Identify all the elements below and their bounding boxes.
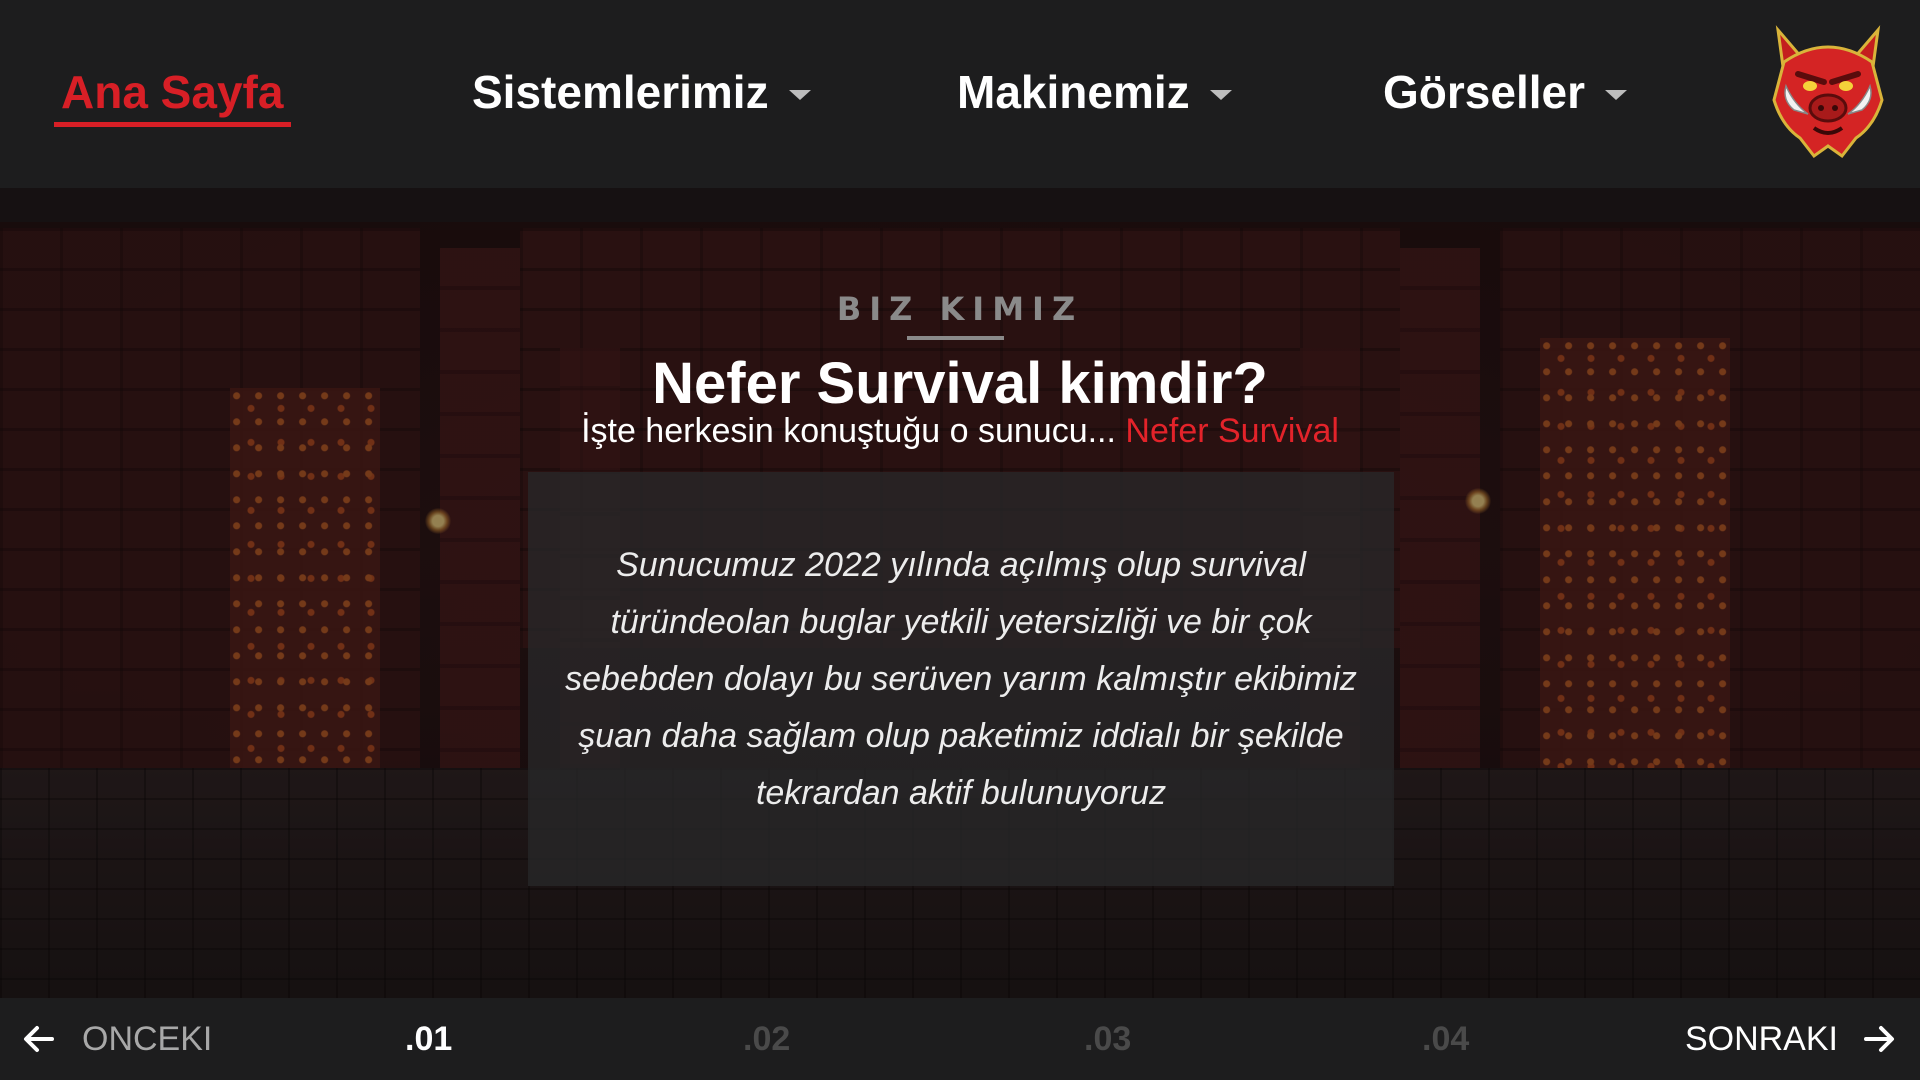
chevron-down-icon [1605, 90, 1627, 100]
page-indicator-3[interactable]: .03 [1084, 998, 1131, 1080]
page-indicator-1[interactable]: .01 [405, 998, 452, 1080]
subtitle-brand: Nefer Survival [1125, 412, 1339, 450]
arrow-right-icon [1864, 1026, 1894, 1052]
chevron-down-icon [788, 90, 811, 100]
top-navbar: Ana Sayfa Sistemlerimiz Makinemiz Görsel… [0, 0, 1920, 188]
nav-item-label: Sistemlerimiz [472, 66, 769, 118]
section-tag-underline [907, 336, 1004, 340]
nav-item-ana-sayfa[interactable]: Ana Sayfa [54, 60, 292, 127]
nav-item-makinemiz[interactable]: Makinemiz [957, 60, 1232, 124]
page-title: Nefer Survival kimdir? [652, 351, 1268, 416]
active-underline [54, 122, 292, 127]
section-tag: BIZ KIMIZ [836, 290, 1084, 328]
next-label: SONRAKI [1684, 1019, 1838, 1058]
description-text: Sunucumuz 2022 yılında açılmış olup surv… [565, 545, 1357, 812]
previous-label: ONCEKI [82, 1019, 213, 1058]
description-card: Sunucumuz 2022 yılında açılmış olup surv… [528, 472, 1394, 886]
nav-item-label: Görseller [1383, 66, 1585, 118]
nav-item-label: Makinemiz [957, 66, 1190, 118]
page-indicator-2[interactable]: .02 [743, 998, 790, 1080]
nav-item-label: Ana Sayfa [61, 66, 284, 118]
previous-button[interactable]: ONCEKI [22, 998, 212, 1080]
arrow-left-icon [24, 1026, 54, 1052]
nav-item-gorseller[interactable]: Görseller [1383, 60, 1627, 124]
slide-pager: ONCEKI .01 .02 .03 .04 SONRAKI [0, 998, 1920, 1080]
nav-item-sistemlerimiz[interactable]: Sistemlerimiz [472, 60, 811, 124]
next-button[interactable]: SONRAKI [1685, 998, 1896, 1080]
chevron-down-icon [1209, 90, 1232, 100]
subtitle-text: İşte herkesin konuştuğu o sunucu... [581, 412, 1126, 450]
page-indicator-4[interactable]: .04 [1422, 998, 1469, 1080]
red-boar-logo-icon[interactable] [1764, 22, 1892, 164]
subtitle: İşte herkesin konuştuğu o sunucu... Nefe… [0, 412, 1920, 451]
